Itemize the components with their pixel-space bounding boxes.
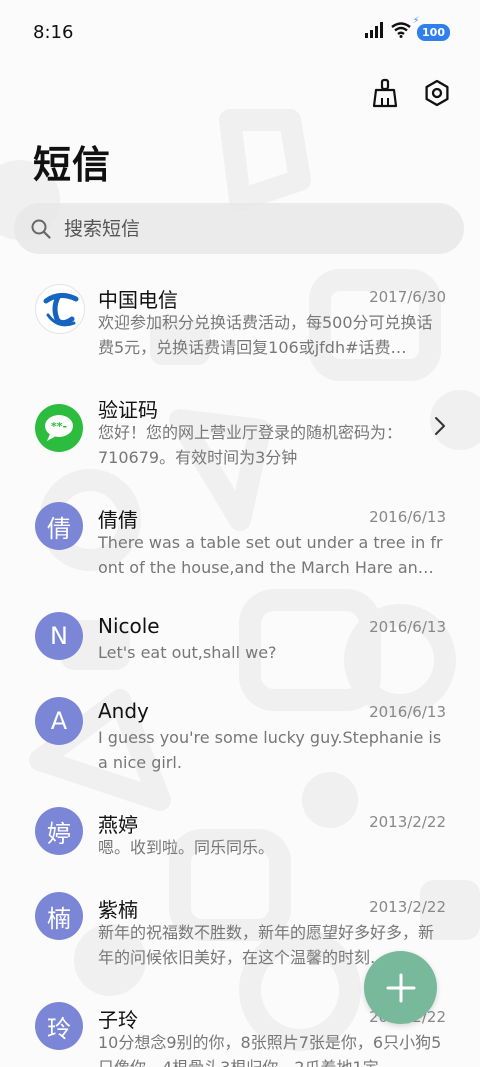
conversation-date: 2016/6/13	[369, 618, 446, 636]
svg-text:**-: **-	[51, 420, 67, 433]
broom-icon	[372, 78, 398, 108]
page-title: 短信	[33, 143, 112, 187]
conversation-date: 2016/6/13	[369, 508, 446, 526]
conversation-name: Nicole	[98, 614, 160, 638]
conversation-date: 2016/6/13	[369, 703, 446, 721]
conversation-name: 紫楠	[98, 898, 138, 922]
conversation-name: 验证码	[98, 398, 158, 422]
header-tools	[368, 76, 454, 110]
conversation-item[interactable]: A Andy 2016/6/13 I guess you're some luc…	[0, 685, 480, 785]
conversation-item[interactable]: **- 验证码 您好！您的网上营业厅登录的随机密码为：710679。有效时间为3…	[0, 380, 480, 480]
conversation-preview: Let's eat out,shall we?	[98, 643, 277, 662]
avatar: A	[35, 697, 83, 745]
conversation-preview: I guess you're some lucky guy.Stephanie …	[98, 728, 442, 772]
conversation-name: 中国电信	[98, 288, 178, 312]
conversation-name: 倩倩	[98, 508, 138, 532]
conversation-item[interactable]: 婷 燕婷 2013/2/22 嗯。收到啦。同乐同乐。	[0, 795, 480, 875]
new-message-button[interactable]	[364, 951, 437, 1024]
search-input[interactable]	[62, 216, 426, 241]
battery-level: 100	[422, 25, 445, 39]
conversation-name: Andy	[98, 699, 149, 723]
telecom-logo-icon	[43, 293, 79, 327]
conversation-preview: 嗯。收到啦。同乐同乐。	[98, 838, 275, 857]
conversation-name: 燕婷	[98, 813, 138, 837]
conversation-item[interactable]: N Nicole 2016/6/13 Let's eat out,shall w…	[0, 600, 480, 680]
plus-icon	[386, 973, 415, 1002]
conversation-preview: 您好！您的网上营业厅登录的随机密码为：710679。有效时间为3分钟	[98, 423, 403, 467]
clean-button[interactable]	[368, 76, 402, 110]
charging-icon: ⚡	[413, 15, 420, 26]
avatar: 楠	[35, 892, 83, 940]
status-icons: ⚡ 100	[365, 16, 450, 42]
conversation-preview: 10分想念9别的你，8张照片7张是你，6只小狗5只像你，4根骨头3根归你，2爪着…	[98, 1033, 442, 1067]
wifi-icon	[391, 22, 411, 42]
conversation-item[interactable]: 倩 倩倩 2016/6/13 There was a table set out…	[0, 490, 480, 590]
conversation-date: 2017/6/30	[369, 288, 446, 306]
conversation-date: 2013/2/22	[369, 813, 446, 831]
avatar: 玲	[35, 1002, 83, 1050]
signal-icon	[365, 22, 385, 42]
avatar: 倩	[35, 502, 83, 550]
avatar: N	[35, 612, 83, 660]
search-bar[interactable]	[14, 203, 464, 254]
status-time: 8:16	[33, 22, 74, 43]
settings-icon	[425, 79, 449, 107]
conversation-preview: 欢迎参加积分兑换话费活动，每500分可兑换话费5元，兑换话费请回复106或jfd…	[98, 313, 433, 357]
message-bubble-icon: **-	[45, 415, 73, 441]
telecom-logo	[35, 284, 85, 334]
conversation-preview: There was a table set out under a tree i…	[98, 533, 443, 577]
avatar: 婷	[35, 807, 83, 855]
message-bubble-avatar: **-	[35, 404, 83, 452]
chevron-right-icon	[434, 416, 446, 440]
conversation-item[interactable]: 中国电信 2017/6/30 欢迎参加积分兑换话费活动，每500分可兑换话费5元…	[0, 270, 480, 370]
battery-indicator: ⚡ 100	[413, 16, 450, 41]
conversation-date: 2013/2/22	[369, 898, 446, 916]
settings-button[interactable]	[420, 76, 454, 110]
conversation-name: 子玲	[98, 1008, 138, 1032]
status-bar: 8:16 ⚡ 100	[0, 0, 480, 68]
search-icon	[30, 218, 52, 240]
